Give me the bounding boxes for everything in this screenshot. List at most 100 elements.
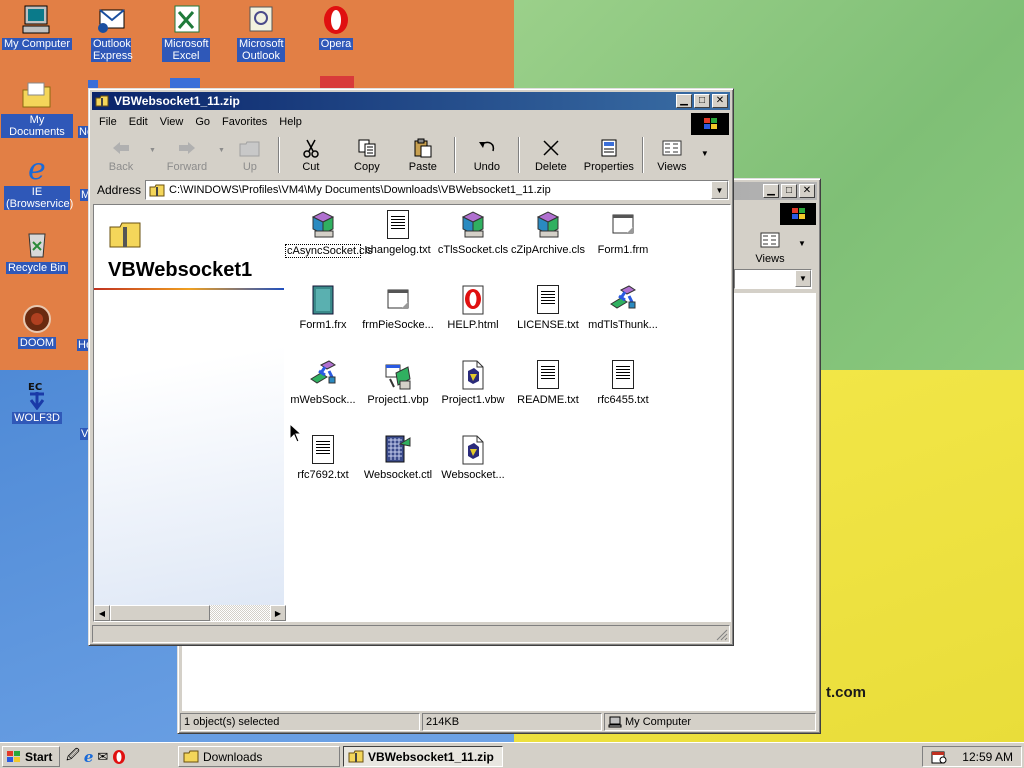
desktop-icon-my-computer[interactable]: My Computer: [1, 4, 73, 50]
up-button[interactable]: Up: [225, 135, 275, 175]
desktop-icon-label: Outlook Express: [91, 38, 133, 62]
internet-explorer-icon[interactable]: e: [84, 748, 94, 766]
paste-icon: [412, 137, 434, 159]
file-item[interactable]: cTlsSocket.cls: [435, 209, 511, 256]
desktop-icon-opera[interactable]: Opera: [300, 4, 372, 50]
undo-button[interactable]: Undo: [459, 135, 515, 175]
zip-window-titlebar[interactable]: VBWebsocket1_11.zip ▁ □ ✕: [92, 92, 730, 110]
file-name: HELP.html: [447, 319, 499, 331]
views-dropdown-arrow-icon[interactable]: ▼: [798, 239, 806, 248]
scroll-left-button[interactable]: ◀: [94, 605, 110, 621]
cut-button[interactable]: Cut: [283, 135, 339, 175]
properties-button[interactable]: Properties: [579, 135, 639, 175]
back-button[interactable]: Back: [93, 135, 149, 175]
menu-file[interactable]: File: [93, 116, 123, 128]
desktop-icon-label: Opera: [318, 38, 354, 50]
forward-label: Forward: [166, 161, 208, 173]
svg-text:e: e: [28, 152, 46, 184]
file-name: cTlsSocket.cls: [437, 244, 509, 256]
address-field-partial[interactable]: ▼: [734, 269, 812, 289]
file-name: cZipArchive.cls: [511, 244, 585, 256]
scroll-thumb[interactable]: [110, 605, 210, 621]
forward-dropdown-arrow-icon[interactable]: ▼: [218, 147, 225, 177]
copy-button[interactable]: Copy: [339, 135, 395, 175]
menu-edit[interactable]: Edit: [123, 116, 154, 128]
maximize-button[interactable]: □: [781, 184, 797, 198]
minimize-button[interactable]: ▁: [763, 184, 779, 198]
taskbar-button-zip[interactable]: VBWebsocket1_11.zip: [343, 746, 503, 767]
undo-label: Undo: [473, 161, 501, 173]
file-item[interactable]: LICENSE.txt: [510, 284, 586, 331]
address-dropdown-arrow-icon[interactable]: ▼: [795, 270, 811, 287]
file-item[interactable]: cZipArchive.cls: [510, 209, 586, 256]
desktop-icon-outlook-express[interactable]: Outlook Express: [75, 4, 147, 62]
file-item[interactable]: Form1.frx: [285, 284, 361, 331]
scheduler-icon[interactable]: [931, 750, 947, 764]
file-item[interactable]: README.txt: [510, 359, 586, 406]
opera-icon[interactable]: [112, 749, 126, 765]
file-item[interactable]: HELP.html: [435, 284, 511, 331]
close-button[interactable]: ✕: [799, 184, 815, 198]
menu-go[interactable]: Go: [189, 116, 216, 128]
address-field[interactable]: C:\WINDOWS\Profiles\VM4\My Documents\Dow…: [145, 180, 729, 200]
views-dropdown-arrow-icon[interactable]: ▼: [701, 149, 709, 177]
my-documents-icon: [20, 80, 54, 112]
paste-label: Paste: [408, 161, 437, 173]
file-item[interactable]: Websocket.ctl: [360, 434, 436, 481]
file-item[interactable]: rfc6455.txt: [585, 359, 661, 406]
file-item[interactable]: frmPieSocke...: [360, 284, 436, 331]
file-item[interactable]: cAsyncSocket.cls: [285, 209, 373, 258]
menu-help[interactable]: Help: [273, 116, 308, 128]
file-list-view[interactable]: VBWebsocket1 cAsyncSocket.cls changelog.t…: [93, 204, 731, 622]
start-button[interactable]: Start: [2, 746, 60, 767]
desktop-icon-microsoft-outlook[interactable]: Microsoft Outlook: [225, 4, 297, 62]
desktop-icon-recycle-bin[interactable]: Recycle Bin: [1, 228, 73, 274]
desktop-icon-wolf3d[interactable]: EC WOLF3D: [1, 378, 73, 424]
class-module-icon: [532, 209, 564, 241]
file-item[interactable]: Form1.frm: [585, 209, 661, 256]
resize-grip-icon[interactable]: [716, 629, 728, 641]
outlook-express-icon: [94, 4, 128, 36]
file-item[interactable]: mdTlsThunk...: [585, 284, 661, 331]
file-name: mdTlsThunk...: [588, 319, 658, 331]
views-button[interactable]: Views: [742, 227, 798, 267]
views-icon: [661, 137, 683, 159]
outlook-express-icon[interactable]: ✉: [97, 749, 108, 765]
menu-view[interactable]: View: [154, 116, 190, 128]
file-item[interactable]: Project1.vbp: [360, 359, 436, 406]
zip-folder-icon: [348, 750, 364, 763]
clock[interactable]: 12:59 AM: [962, 750, 1013, 764]
desktop-icon-microsoft-excel[interactable]: Microsoft Excel: [150, 4, 222, 62]
svg-text:EC: EC: [28, 382, 42, 393]
quick-launch: 🖉 e ✉: [66, 746, 126, 767]
file-item[interactable]: Websocket...: [435, 434, 511, 481]
minimize-button[interactable]: ▁: [676, 94, 692, 108]
delete-button[interactable]: Delete: [523, 135, 579, 175]
desktop-icon-doom[interactable]: DOOM: [1, 303, 73, 349]
close-button[interactable]: ✕: [712, 94, 728, 108]
file-item[interactable]: mWebSock...: [285, 359, 361, 406]
file-item[interactable]: Project1.vbw: [435, 359, 511, 406]
zip-folder-window[interactable]: VBWebsocket1_11.zip ▁ □ ✕ File Edit View…: [88, 88, 734, 646]
taskbar-button-downloads[interactable]: Downloads: [178, 746, 340, 767]
paste-button[interactable]: Paste: [395, 135, 451, 175]
zip-folder-icon: [149, 184, 165, 196]
show-desktop-icon[interactable]: 🖉: [66, 746, 80, 768]
downloads-status-bar: 1 object(s) selected 214KB My Computer: [180, 713, 818, 733]
file-item[interactable]: changelog.txt: [360, 209, 436, 256]
maximize-button[interactable]: □: [694, 94, 710, 108]
desktop-icon-my-documents[interactable]: My Documents: [1, 80, 73, 138]
text-file-icon: [532, 284, 564, 316]
banner-divider: [94, 288, 284, 290]
copy-icon: [356, 137, 378, 159]
back-dropdown-arrow-icon[interactable]: ▼: [149, 147, 156, 177]
opera-icon: [319, 4, 353, 36]
windows-flag-icon: [7, 750, 20, 762]
menu-favorites[interactable]: Favorites: [216, 116, 273, 128]
scroll-right-button[interactable]: ▶: [270, 605, 286, 621]
address-dropdown-arrow-icon[interactable]: ▼: [711, 181, 728, 199]
forward-button[interactable]: Forward: [156, 135, 218, 175]
views-button[interactable]: Views: [647, 135, 697, 175]
desktop-icon-ie-browservice[interactable]: e IE (Browservice): [1, 152, 73, 210]
horizontal-scrollbar[interactable]: ◀ ▶: [94, 605, 286, 621]
